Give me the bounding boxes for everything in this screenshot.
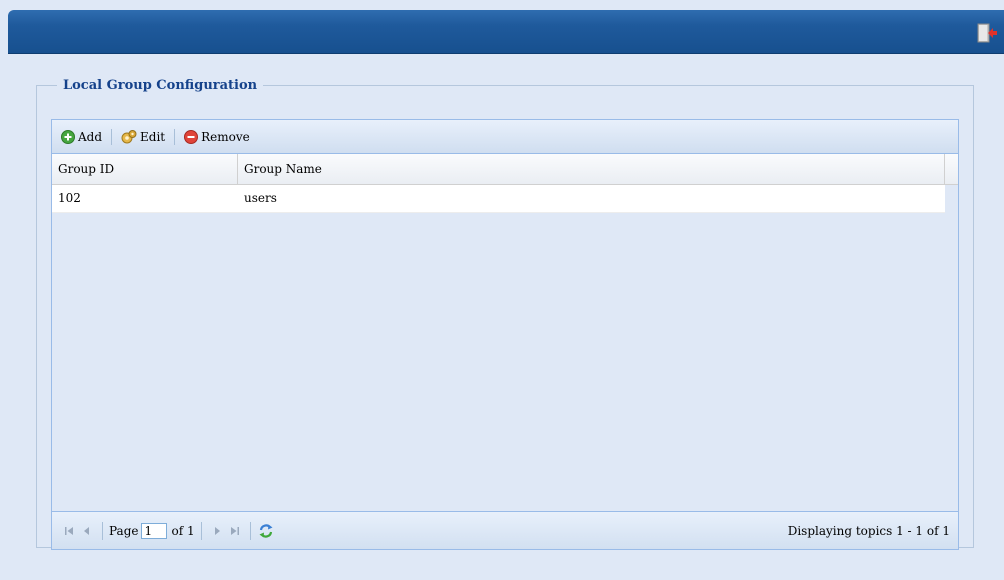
page-label: Page [109, 523, 139, 538]
toolbar-separator [174, 128, 176, 145]
logout-door-icon[interactable] [976, 22, 998, 44]
column-header-group-name[interactable]: Group Name [238, 154, 945, 184]
add-icon [61, 129, 75, 144]
remove-button-label: Remove [201, 129, 250, 144]
cell-group-id: 102 [58, 191, 81, 205]
grid-toolbar: Add Edit Remove [52, 120, 958, 154]
displaying-topics-text: Displaying topics 1 - 1 of 1 [787, 523, 950, 538]
last-page-icon[interactable] [226, 522, 244, 540]
group-grid: Add Edit Remove Group ID Group Name 102 … [51, 119, 959, 550]
remove-icon [184, 129, 199, 144]
column-header-group-id[interactable]: Group ID [52, 154, 238, 184]
grid-header: Group ID Group Name [52, 154, 958, 185]
add-button[interactable]: Add [58, 129, 105, 144]
pager-separator [249, 521, 251, 540]
local-group-configuration-panel: Local Group Configuration Add Edit Remov… [36, 78, 974, 550]
edit-button-label: Edit [140, 129, 166, 144]
refresh-icon[interactable] [257, 522, 275, 540]
column-header-spacer [945, 154, 958, 184]
first-page-icon[interactable] [60, 522, 78, 540]
page-count-label: of 1 [171, 523, 195, 538]
top-header-bar [8, 10, 1004, 54]
pager-separator [102, 521, 103, 540]
pager-separator [200, 521, 202, 540]
pagination-toolbar: Page of 1 Displaying topics 1 - 1 of 1 [52, 511, 958, 549]
cell-group-name: users [244, 191, 277, 205]
next-page-icon[interactable] [208, 522, 226, 540]
table-row[interactable]: 102 users [52, 185, 945, 213]
edit-button[interactable]: Edit [118, 129, 168, 145]
toolbar-separator [111, 128, 113, 145]
edit-gear-icon [121, 129, 137, 143]
page-number-input[interactable] [141, 522, 168, 539]
panel-title: Local Group Configuration [63, 78, 258, 93]
remove-button[interactable]: Remove [181, 129, 253, 144]
prev-page-icon[interactable] [78, 522, 96, 540]
add-button-label: Add [78, 129, 103, 144]
